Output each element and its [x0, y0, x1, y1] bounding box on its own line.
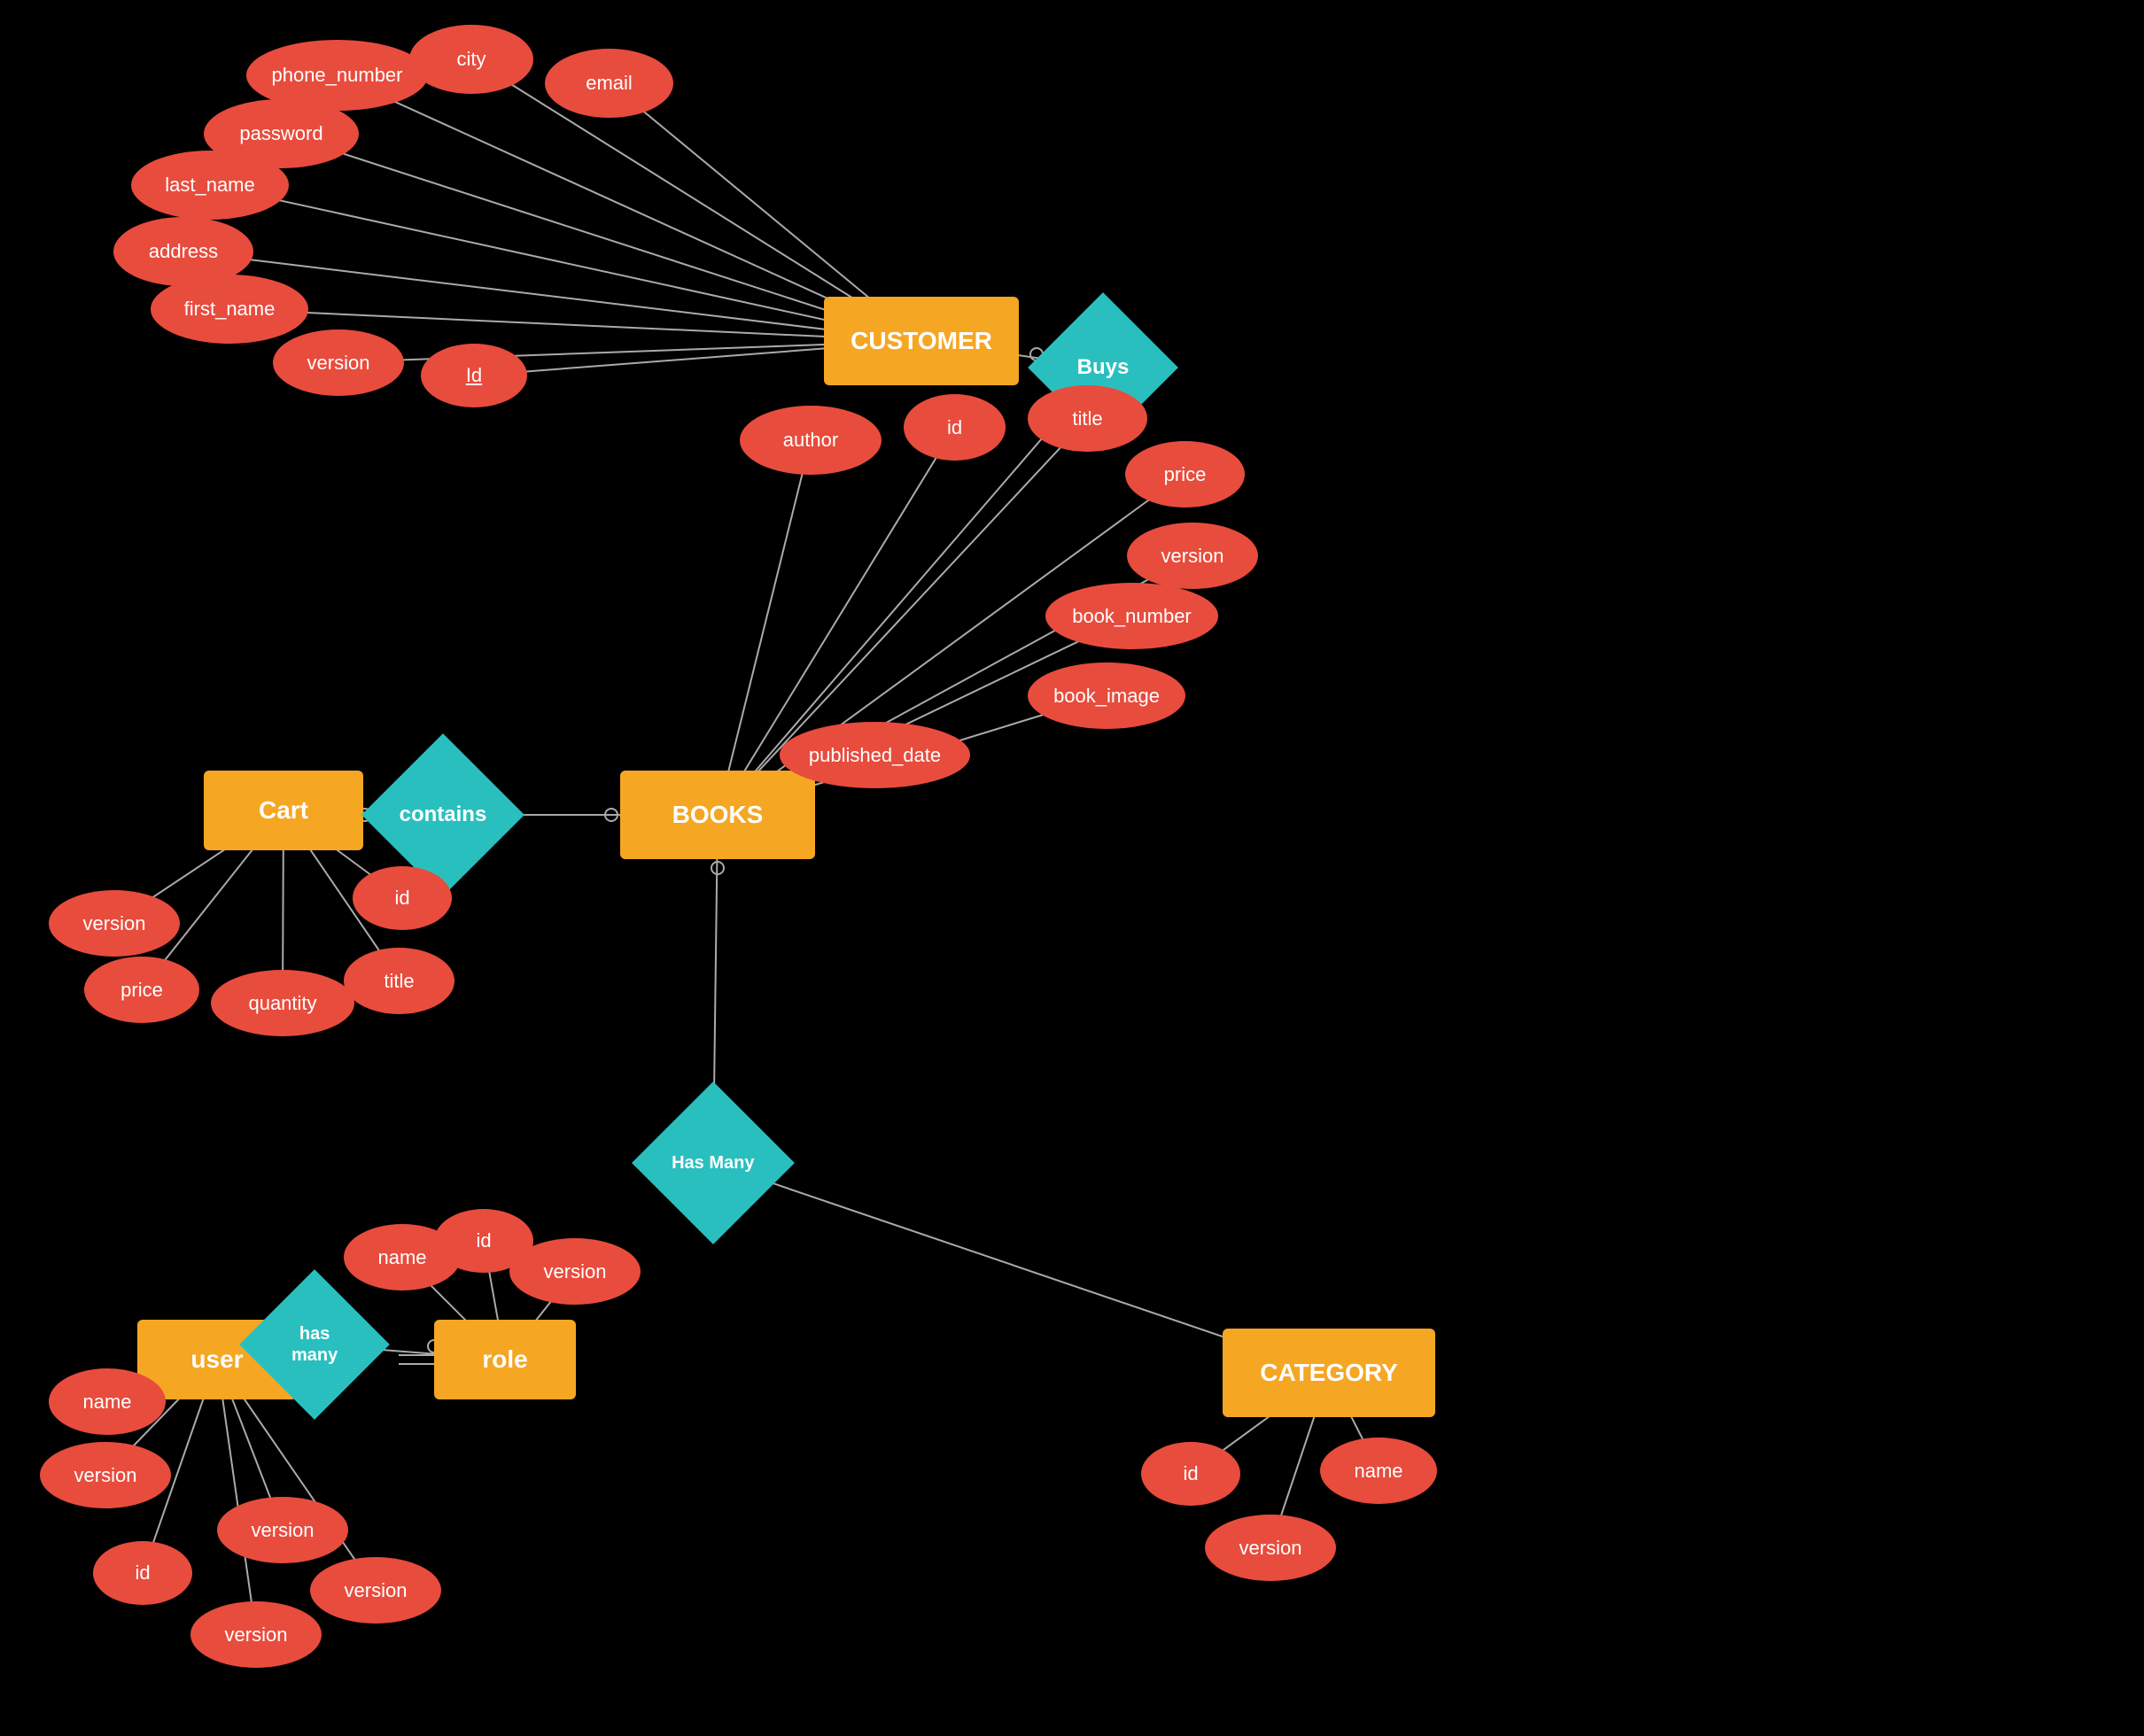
attr-price-books: price — [1125, 441, 1245, 508]
attr-id-cart: id — [353, 866, 452, 930]
attr-name-user: name — [49, 1368, 166, 1435]
attr-version-role: version — [509, 1238, 641, 1305]
attr-title-cart: title — [344, 948, 454, 1014]
attr-version-user1: version — [40, 1442, 171, 1508]
attr-version-cart: version — [49, 890, 180, 957]
attr-title-books: title — [1028, 385, 1147, 452]
attr-id-books: id — [904, 394, 1006, 461]
entity-category: CATEGORY — [1223, 1329, 1435, 1417]
entity-cart: Cart — [204, 771, 363, 850]
attr-name-role: name — [344, 1224, 461, 1290]
attr-quantity-cart: quantity — [211, 970, 354, 1036]
attr-id-cat: id — [1141, 1442, 1240, 1506]
attr-version-user4: version — [217, 1497, 348, 1563]
attr-published-date: published_date — [780, 722, 970, 788]
attr-id-user: id — [93, 1541, 192, 1605]
entity-customer: CUSTOMER — [824, 297, 1019, 385]
attr-version-books: version — [1127, 523, 1258, 589]
attr-price-cart: price — [84, 957, 199, 1023]
attr-version-cust: version — [273, 329, 404, 396]
entity-books: BOOKS — [620, 771, 815, 859]
attr-name-cat: name — [1320, 1438, 1437, 1504]
attr-email: email — [545, 49, 673, 118]
entity-role: role — [434, 1320, 576, 1399]
attr-version-user2: version — [190, 1601, 322, 1668]
attr-book-image: book_image — [1028, 663, 1185, 729]
attr-book-number: book_number — [1045, 583, 1218, 649]
attr-city: city — [409, 25, 533, 94]
attr-version-cat: version — [1205, 1515, 1336, 1581]
attr-first-name: first_name — [151, 275, 308, 344]
attr-version-user3: version — [310, 1557, 441, 1624]
attr-last-name: last_name — [131, 151, 289, 220]
attr-id-cust: Id — [421, 344, 527, 407]
attr-author: author — [740, 406, 882, 475]
